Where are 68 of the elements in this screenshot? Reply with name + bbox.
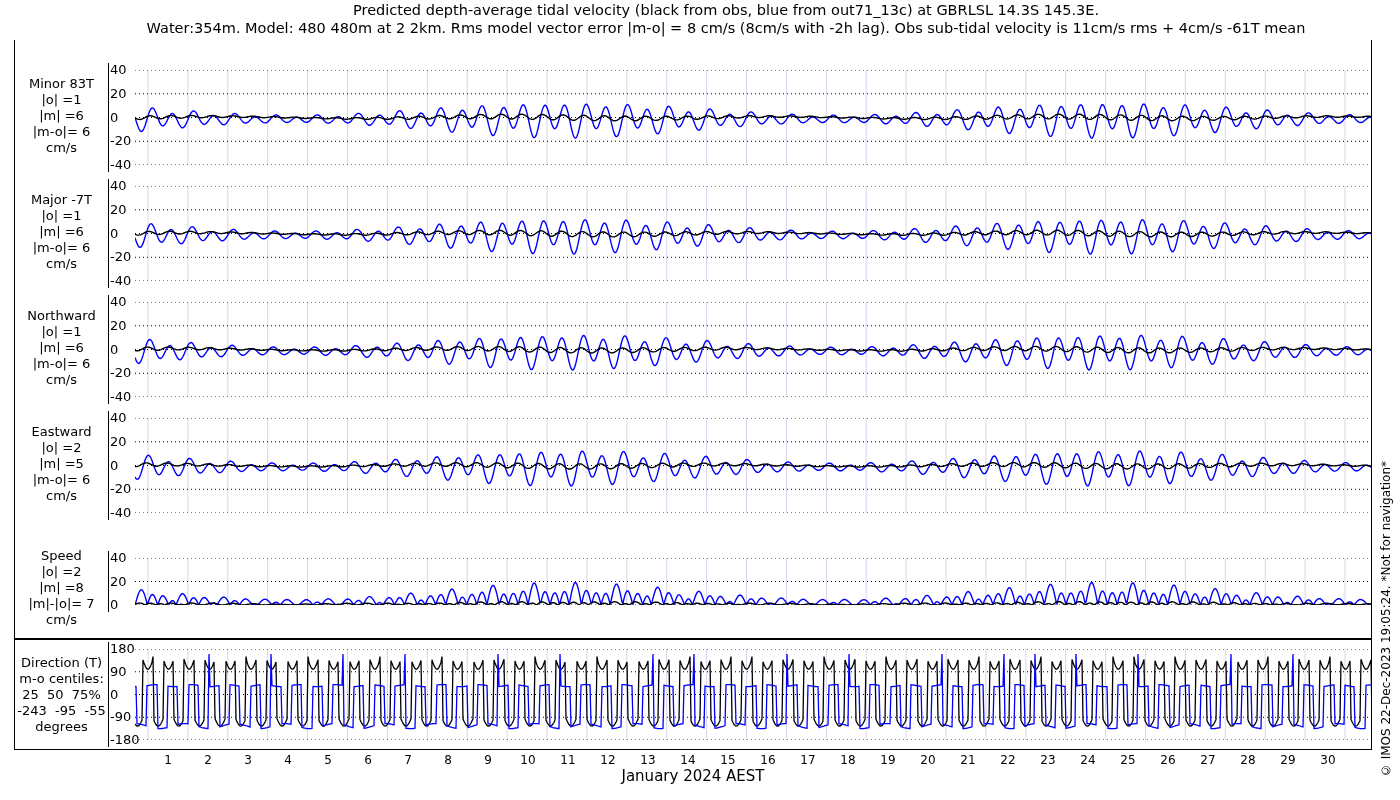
chart-title: Predicted depth-average tidal velocity (black from obs, blue from out71_13c) at GBRLSL 14.3S 145.3E. xyxy=(353,1,1099,19)
tick-label: 0 xyxy=(110,226,119,241)
tick-label: 10 xyxy=(520,753,536,767)
tick-label: 0 xyxy=(110,598,119,612)
tick-label: 40 xyxy=(110,63,127,77)
tick-label: 27 xyxy=(1200,753,1216,767)
tick-label: 2 xyxy=(204,753,212,767)
chart-title: Water:354m. Model: 480 480m at 2 2km. Rms model vector error |m-o| = 8 cm/s (8cm/s with -2h lag). Obs sub-tidal velocity is 11cm/s rms + 4cm/s -61T mean xyxy=(146,19,1306,37)
tick-label: 0 xyxy=(110,458,119,473)
tick-label: 20 xyxy=(110,434,127,449)
tick-label: -40 xyxy=(110,390,132,404)
tick-label: 18 xyxy=(840,753,856,767)
tick-label: 25 xyxy=(1120,753,1136,767)
tick-label: 3 xyxy=(244,753,252,767)
tick-label: 12 xyxy=(600,753,616,767)
tick-label: 1 xyxy=(164,753,172,767)
tick-label: 6 xyxy=(364,753,372,767)
tick-label: 28 xyxy=(1240,753,1256,767)
tick-label: -20 xyxy=(110,366,132,381)
panel-label: Major -7T |o| =1 |m| =6 |m-o|= 6 cm/s xyxy=(29,192,94,272)
tick-label: 0 xyxy=(110,110,119,125)
tick-label: -40 xyxy=(110,506,132,520)
tick-label: 5 xyxy=(324,753,332,767)
panel-label: Direction (T) m-o centiles: 25 50 75% -243 -95 -55 degrees xyxy=(16,655,107,735)
tick-label: -20 xyxy=(110,250,132,265)
tick-label: -20 xyxy=(110,482,132,497)
tick-label: -40 xyxy=(110,274,132,288)
panel-label: Minor 83T |o| =1 |m| =6 |m-o|= 6 cm/s xyxy=(28,76,95,156)
panel-label: Speed |o| =2 |m| =8 |m|-|o|= 7 cm/s xyxy=(27,548,96,628)
tick-label: 40 xyxy=(110,295,127,309)
tick-label: -20 xyxy=(110,134,132,149)
tick-label: 8 xyxy=(444,753,452,767)
tick-label: 40 xyxy=(110,411,127,425)
tick-label: 13 xyxy=(640,753,656,767)
panel-label: Northward |o| =1 |m| =6 |m-o|= 6 cm/s xyxy=(26,308,97,388)
tick-label: 16 xyxy=(760,753,776,767)
tick-label: 24 xyxy=(1080,753,1096,767)
credit-text: © IMOS 22-Dec-2023 19:05:24. *Not for navigation* xyxy=(1379,460,1393,777)
tick-label: 11 xyxy=(560,753,576,767)
tick-label: 21 xyxy=(960,753,976,767)
tick-label: 22 xyxy=(1000,753,1016,767)
tick-label: 20 xyxy=(110,202,127,217)
tick-label: 40 xyxy=(110,179,127,193)
tick-label: 0 xyxy=(110,687,119,702)
panel-label: Eastward |o| =2 |m| =5 |m-o|= 6 cm/s xyxy=(30,424,93,504)
tick-label: 9 xyxy=(484,753,492,767)
tick-label: -40 xyxy=(110,158,132,172)
tick-label: 15 xyxy=(720,753,736,767)
tick-label: -90 xyxy=(110,710,132,725)
tick-label: 23 xyxy=(1040,753,1056,767)
tick-label: 40 xyxy=(110,551,127,565)
tick-label: 20 xyxy=(110,86,127,101)
tick-label: 7 xyxy=(404,753,412,767)
tick-label: 180 xyxy=(110,642,135,656)
tick-label: 19 xyxy=(880,753,896,767)
tick-label: 20 xyxy=(110,318,127,333)
tick-label: 14 xyxy=(680,753,696,767)
tick-label: 30 xyxy=(1320,753,1336,767)
tick-label: 29 xyxy=(1280,753,1296,767)
tick-label: 20 xyxy=(920,753,936,767)
tick-label: 26 xyxy=(1160,753,1176,767)
tick-label: -180 xyxy=(110,733,140,747)
axis-label: January 2024 AEST xyxy=(621,767,765,785)
tick-label: 17 xyxy=(800,753,816,767)
tick-label: 90 xyxy=(110,664,127,679)
tick-label: 0 xyxy=(110,342,119,357)
tick-label: 20 xyxy=(110,574,127,589)
tick-label: 4 xyxy=(284,753,292,767)
